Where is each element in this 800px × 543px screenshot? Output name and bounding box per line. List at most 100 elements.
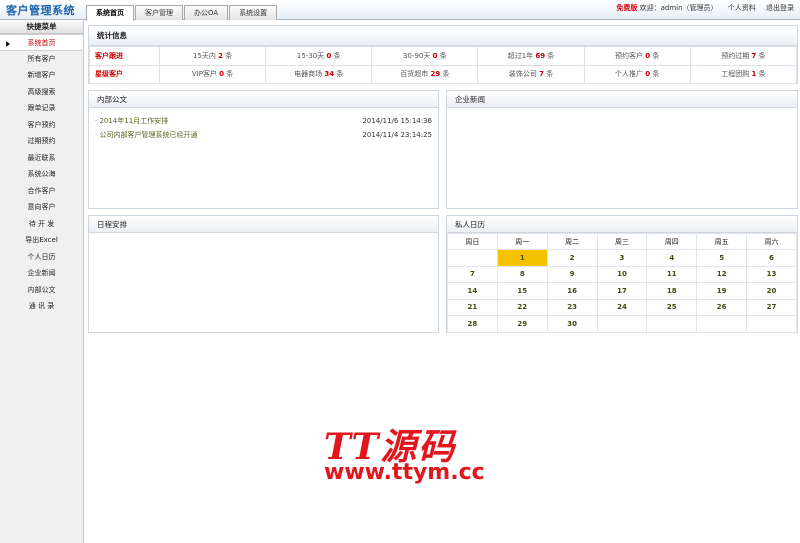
stat-value: 69 [535, 51, 546, 60]
sidebar-item-internal-docs[interactable]: 内部公文 [0, 282, 83, 299]
sidebar-item-public-pool[interactable]: 系统公海 [0, 166, 83, 183]
calendar-week: 21 22 23 24 25 26 27 [447, 298, 797, 316]
stats-row-star-customers: 星级客户 VIP客户 0 条 电器商场 34 条 百货超市 29 条 装饰公司 … [89, 64, 798, 84]
stat-cell[interactable]: 百货超市 29 条 [371, 64, 479, 84]
sidebar-item-appointments[interactable]: 客户预约 [0, 117, 83, 134]
calendar-day[interactable]: 30 [546, 315, 598, 333]
stat-label: 装饰公司 [508, 70, 537, 79]
calendar-day[interactable]: 6 [746, 249, 797, 267]
calendar-day[interactable]: 21 [447, 298, 498, 316]
sidebar-item-address-book[interactable]: 通 讯 录 [0, 298, 83, 315]
stat-cell[interactable]: 超过1年 69 条 [477, 46, 585, 66]
tab-settings[interactable]: 系统设置 [229, 5, 278, 20]
calendar-day[interactable]: 16 [546, 282, 598, 300]
stat-unit: 条 [439, 51, 447, 60]
calendar-week: 1 2 3 4 5 6 [447, 249, 797, 267]
stat-unit: 条 [225, 51, 233, 60]
calendar-day[interactable]: 25 [646, 298, 698, 316]
stat-cell[interactable]: 预约客户 0 条 [583, 46, 691, 66]
sidebar-item-expired-appointments[interactable]: 过期预约 [0, 133, 83, 150]
sidebar-heading: 快捷菜单 [0, 20, 83, 34]
calendar-day[interactable]: 17 [596, 282, 648, 300]
tab-home[interactable]: 系统首页 [86, 5, 134, 21]
sidebar-item-advanced-search[interactable]: 高级搜索 [0, 84, 83, 101]
stat-cell[interactable]: 工程团购 1 条 [689, 64, 798, 84]
arrow-right-icon [6, 41, 10, 47]
stat-value: 1 [751, 70, 757, 79]
sidebar-item-company-news[interactable]: 企业新闻 [0, 265, 83, 282]
watermark-url: www.ttym.cc [324, 460, 485, 485]
sidebar-item-followup-records[interactable]: 跟单记录 [0, 100, 83, 117]
sidebar-item-personal-calendar[interactable]: 个人日历 [0, 249, 83, 266]
calendar-day[interactable]: 23 [546, 298, 598, 316]
calendar-day[interactable]: 7 [447, 265, 498, 283]
stat-cell[interactable]: 30-90天 0 条 [371, 46, 479, 66]
stat-cell[interactable]: 装饰公司 7 条 [477, 64, 585, 84]
stat-label: 个人推广 [615, 70, 644, 79]
tab-office-oa[interactable]: 办公OA [184, 5, 229, 20]
calendar-day[interactable]: 19 [696, 282, 748, 300]
calendar-day[interactable]: 9 [546, 265, 598, 283]
stat-cell[interactable]: 15-30天 0 条 [265, 46, 373, 66]
calendar-day[interactable]: 15 [496, 282, 548, 300]
calendar-day[interactable]: 24 [596, 298, 648, 316]
stat-label: 百货超市 [400, 70, 429, 79]
stat-cell[interactable]: 个人推广 0 条 [583, 64, 691, 84]
company-news-title: 企业新闻 [447, 91, 797, 108]
stat-unit: 条 [333, 51, 341, 60]
stat-cell[interactable]: 15天内 2 条 [158, 46, 267, 66]
stats-title: 统计信息 [89, 26, 797, 46]
stat-label: 15天内 [192, 51, 216, 60]
sidebar-item-all-customers[interactable]: 所有客户 [0, 51, 83, 68]
stat-label: 预约客户 [615, 51, 644, 60]
sidebar-item-home[interactable]: 系统首页 [0, 34, 83, 51]
calendar-day[interactable]: 4 [646, 249, 698, 267]
stats-table: 客户跟进 15天内 2 条 15-30天 0 条 30-90天 0 条 超过1年… [89, 46, 798, 84]
calendar-day-today[interactable]: 1 [496, 249, 548, 267]
sidebar-item-prospects[interactable]: 意向客户 [0, 199, 83, 216]
stats-row-followup: 客户跟进 15天内 2 条 15-30天 0 条 30-90天 0 条 超过1年… [89, 46, 798, 66]
weekday-label: 周五 [696, 233, 748, 250]
calendar-day[interactable]: 27 [746, 298, 797, 316]
profile-link[interactable]: 个人资料 [728, 4, 756, 12]
list-item[interactable]: · 2014年11月工作安排 2014/11/6 15:14:36 [89, 114, 438, 128]
stats-row-label: 星级客户 [89, 64, 160, 84]
calendar-day[interactable]: 22 [496, 298, 548, 316]
calendar-day[interactable]: 26 [696, 298, 748, 316]
weekday-label: 周四 [646, 233, 698, 250]
sidebar-item-to-develop[interactable]: 待 开 发 [0, 216, 83, 233]
calendar-day[interactable]: 2 [546, 249, 598, 267]
calendar-day[interactable]: 29 [496, 315, 548, 333]
list-item[interactable]: · 公司内部客户管理系统已经开通 2014/11/4 23:14:25 [89, 128, 438, 142]
sidebar-item-export-excel[interactable]: 导出Excel [0, 232, 83, 249]
calendar-day[interactable]: 20 [746, 282, 797, 300]
calendar-day[interactable]: 11 [646, 265, 698, 283]
tab-customers[interactable]: 客户管理 [135, 5, 183, 20]
stat-value: 34 [324, 70, 335, 79]
weekday-label: 周六 [746, 233, 797, 250]
schedule-panel: 日程安排 [88, 215, 439, 333]
calendar-day [447, 249, 498, 267]
logout-link[interactable]: 退出登录 [766, 4, 794, 12]
stat-cell[interactable]: 预约过期 7 条 [689, 46, 798, 66]
sidebar-item-partner-customers[interactable]: 合作客户 [0, 183, 83, 200]
sidebar-item-recent-contacts[interactable]: 最近联系 [0, 150, 83, 167]
sidebar-item-new-customer[interactable]: 新增客户 [0, 67, 83, 84]
calendar-day[interactable]: 13 [746, 265, 797, 283]
calendar-day[interactable]: 10 [596, 265, 648, 283]
calendar-day[interactable]: 5 [696, 249, 748, 267]
calendar-day[interactable]: 14 [447, 282, 498, 300]
calendar-day[interactable]: 8 [496, 265, 548, 283]
calendar-day[interactable]: 12 [696, 265, 748, 283]
calendar-day[interactable]: 28 [447, 315, 498, 333]
calendar-panel: 私人日历 周日 周一 周二 周三 周四 周五 周六 1 2 3 4 5 6 7 … [446, 215, 798, 333]
calendar-day[interactable]: 3 [596, 249, 648, 267]
calendar-day[interactable]: 18 [646, 282, 698, 300]
stats-panel: 统计信息 客户跟进 15天内 2 条 15-30天 0 条 30-90天 0 条… [88, 25, 798, 84]
weekday-label: 周二 [546, 233, 598, 250]
notice-title[interactable]: · 公司内部客户管理系统已经开通 [95, 128, 197, 142]
notice-title[interactable]: · 2014年11月工作安排 [95, 114, 168, 128]
stat-cell[interactable]: 电器商场 34 条 [265, 64, 373, 84]
stat-cell[interactable]: VIP客户 0 条 [158, 64, 267, 84]
welcome-text: 欢迎：admin（管理员） [639, 4, 718, 12]
